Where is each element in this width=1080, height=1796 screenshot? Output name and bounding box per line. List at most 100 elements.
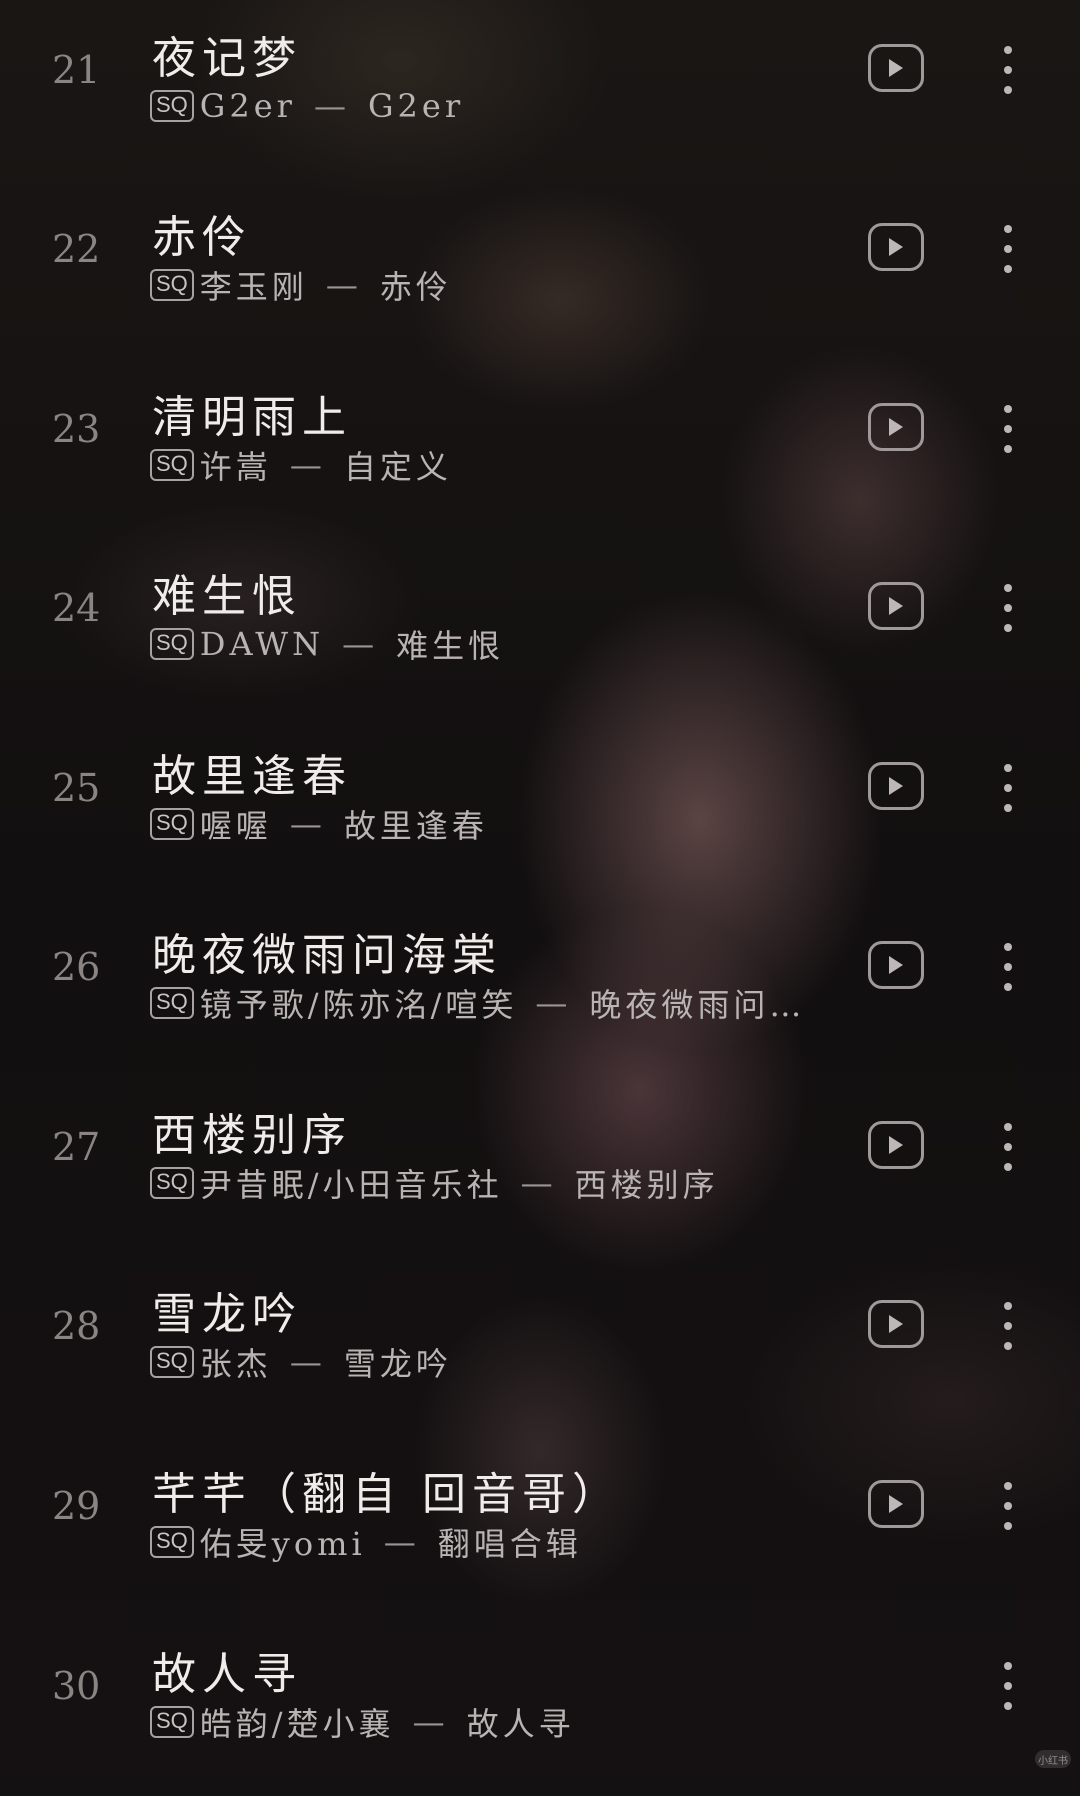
more-vertical-icon	[1004, 943, 1012, 951]
song-meta: SQ 许嵩 — 自定义	[150, 445, 452, 486]
separator: —	[520, 1164, 557, 1202]
song-title[interactable]: 夜记梦	[152, 22, 302, 86]
song-title[interactable]: 故人寻	[152, 1638, 302, 1702]
more-options-button[interactable]	[996, 225, 1020, 273]
song-title[interactable]: 故里逢春	[152, 740, 352, 804]
play-icon	[889, 777, 903, 795]
play-icon	[889, 59, 903, 77]
play-icon	[889, 1495, 903, 1513]
song-title[interactable]: 晚夜微雨问海棠	[152, 919, 502, 983]
separator: —	[313, 87, 350, 125]
artist-name: 喔喔	[199, 807, 272, 845]
artist-name: 尹昔眠/小田音乐社	[199, 1166, 503, 1204]
album-name: 晚夜微雨问…	[589, 986, 806, 1024]
album-name: 赤伶	[379, 268, 452, 306]
song-meta: SQ G2er — G2er	[150, 86, 464, 126]
play-video-button[interactable]	[868, 762, 924, 810]
play-icon	[889, 597, 903, 615]
song-title[interactable]: 西楼别序	[152, 1099, 352, 1163]
song-meta: SQ 镜予歌/陈亦洺/喧笑 — 晚夜微雨问…	[150, 983, 806, 1024]
song-meta: SQ DAWN — 难生恨	[150, 624, 505, 665]
song-row-28[interactable]: 28 雪龙吟 SQ 张杰 — 雪龙吟	[0, 1256, 1080, 1436]
sq-quality-badge: SQ	[150, 628, 194, 660]
sq-quality-badge: SQ	[150, 90, 194, 122]
more-vertical-icon	[1004, 1123, 1012, 1131]
song-title[interactable]: 难生恨	[152, 560, 302, 624]
song-meta: SQ 喔喔 — 故里逢春	[150, 804, 488, 845]
more-vertical-icon	[1004, 1302, 1012, 1310]
separator: —	[289, 1343, 326, 1381]
artist-name: G2er	[199, 87, 296, 125]
album-name: 西楼别序	[574, 1166, 719, 1204]
song-title[interactable]: 芊芊（翻自 回音哥）	[152, 1458, 622, 1522]
more-vertical-icon	[1004, 405, 1012, 413]
separator: —	[325, 266, 362, 304]
sq-quality-badge: SQ	[150, 269, 194, 301]
play-icon	[889, 418, 903, 436]
separator: —	[535, 984, 572, 1022]
sq-quality-badge: SQ	[150, 1346, 194, 1378]
song-meta: SQ 佑旻yomi — 翻唱合辑	[150, 1522, 582, 1563]
play-video-button[interactable]	[868, 1121, 924, 1169]
play-video-button[interactable]	[868, 582, 924, 630]
song-row-29[interactable]: 29 芊芊（翻自 回音哥） SQ 佑旻yomi — 翻唱合辑	[0, 1436, 1080, 1616]
song-meta: SQ 张杰 — 雪龙吟	[150, 1342, 452, 1383]
track-number: 21	[52, 48, 101, 92]
album-name: 难生恨	[396, 627, 505, 665]
artist-name: 张杰	[199, 1345, 272, 1383]
album-name: 自定义	[343, 448, 452, 486]
song-title[interactable]: 清明雨上	[152, 381, 352, 445]
sq-quality-badge: SQ	[150, 1706, 194, 1738]
play-video-button[interactable]	[868, 44, 924, 92]
track-number: 23	[52, 407, 101, 451]
song-row-25[interactable]: 25 故里逢春 SQ 喔喔 — 故里逢春	[0, 718, 1080, 898]
play-video-button[interactable]	[868, 941, 924, 989]
play-video-button[interactable]	[868, 1300, 924, 1348]
more-options-button[interactable]	[996, 584, 1020, 632]
more-options-button[interactable]	[996, 1302, 1020, 1350]
more-options-button[interactable]	[996, 1123, 1020, 1171]
sq-quality-badge: SQ	[150, 1167, 194, 1199]
song-row-21[interactable]: 21 夜记梦 SQ G2er — G2er	[0, 0, 1080, 180]
separator: —	[342, 625, 379, 663]
more-options-button[interactable]	[996, 1662, 1020, 1710]
more-vertical-icon	[1004, 584, 1012, 592]
play-video-button[interactable]	[868, 403, 924, 451]
more-vertical-icon	[1004, 1482, 1012, 1490]
more-vertical-icon	[1004, 764, 1012, 772]
song-row-26[interactable]: 26 晚夜微雨问海棠 SQ 镜予歌/陈亦洺/喧笑 — 晚夜微雨问…	[0, 897, 1080, 1077]
track-number: 27	[52, 1125, 101, 1169]
artist-name: DAWN	[199, 625, 325, 663]
song-row-30[interactable]: 30 故人寻 SQ 皓韵/楚小襄 — 故人寻	[0, 1616, 1080, 1796]
more-options-button[interactable]	[996, 405, 1020, 453]
track-number: 28	[52, 1304, 101, 1348]
song-meta: SQ 李玉刚 — 赤伶	[150, 265, 452, 306]
song-row-24[interactable]: 24 难生恨 SQ DAWN — 难生恨	[0, 538, 1080, 718]
sq-quality-badge: SQ	[150, 987, 194, 1019]
sq-quality-badge: SQ	[150, 449, 194, 481]
separator: —	[289, 805, 326, 843]
more-options-button[interactable]	[996, 46, 1020, 94]
track-number: 25	[52, 766, 101, 810]
play-icon	[889, 1315, 903, 1333]
play-video-button[interactable]	[868, 223, 924, 271]
song-row-23[interactable]: 23 清明雨上 SQ 许嵩 — 自定义	[0, 359, 1080, 539]
separator: —	[383, 1523, 420, 1561]
more-options-button[interactable]	[996, 943, 1020, 991]
more-options-button[interactable]	[996, 1482, 1020, 1530]
track-number: 30	[52, 1664, 101, 1708]
song-title[interactable]: 雪龙吟	[152, 1278, 302, 1342]
song-row-22[interactable]: 22 赤伶 SQ 李玉刚 — 赤伶	[0, 179, 1080, 359]
more-options-button[interactable]	[996, 764, 1020, 812]
song-list: 21 夜记梦 SQ G2er — G2er 22 赤伶 SQ 李玉刚 — 赤伶	[0, 0, 1080, 1775]
more-vertical-icon	[1004, 46, 1012, 54]
song-row-27[interactable]: 27 西楼别序 SQ 尹昔眠/小田音乐社 — 西楼别序	[0, 1077, 1080, 1257]
album-name: 故里逢春	[343, 807, 488, 845]
song-title[interactable]: 赤伶	[152, 201, 252, 265]
play-video-button[interactable]	[868, 1480, 924, 1528]
track-number: 26	[52, 945, 101, 989]
artist-name: 镜予歌/陈亦洺/喧笑	[199, 986, 518, 1024]
song-meta: SQ 尹昔眠/小田音乐社 — 西楼别序	[150, 1163, 719, 1204]
sq-quality-badge: SQ	[150, 808, 194, 840]
album-name: 翻唱合辑	[437, 1525, 582, 1563]
